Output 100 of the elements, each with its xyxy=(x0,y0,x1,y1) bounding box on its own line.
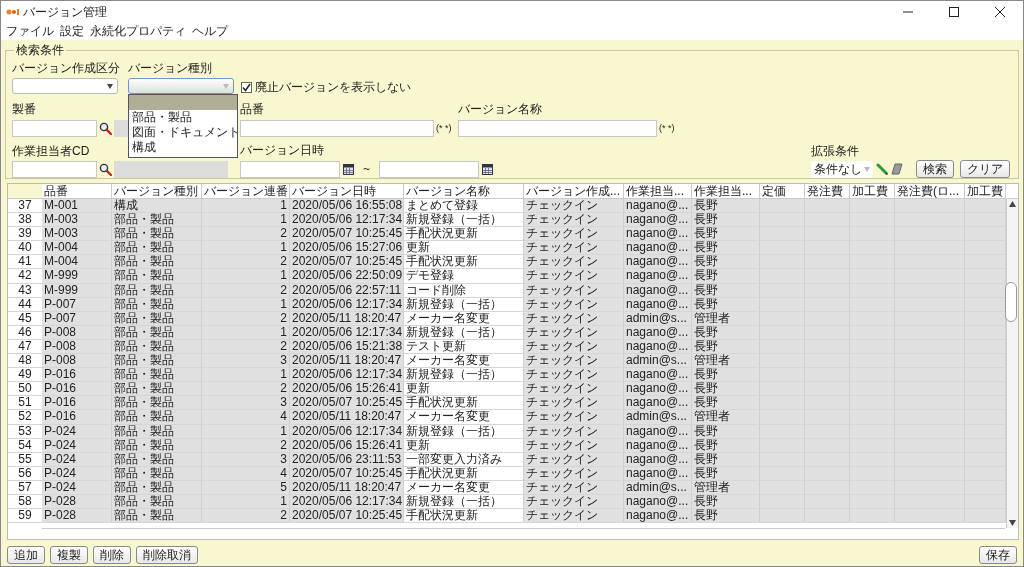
search-icon[interactable] xyxy=(99,122,112,135)
table-cell: デモ登録 xyxy=(404,269,524,283)
row-number: 55 xyxy=(17,452,33,466)
row-number: 43 xyxy=(17,283,33,297)
table-cell: 部品・製品 xyxy=(112,396,202,410)
table-cell: チェックイン xyxy=(524,509,624,523)
input-field[interactable] xyxy=(12,161,97,178)
table-cell: 2 xyxy=(202,509,290,523)
hint-text: (* *) xyxy=(659,121,675,135)
table-cell: nagano@... xyxy=(624,199,692,213)
table-cell: M-999 xyxy=(42,269,112,283)
action-button[interactable]: 検索 xyxy=(916,160,954,178)
column-header[interactable]: バージョン日時 xyxy=(290,184,404,198)
table-cell: 2020/05/06 12:17:34 xyxy=(290,213,404,227)
column-header[interactable]: 発注費 xyxy=(805,184,850,198)
table-cell: 2020/05/06 12:17:34 xyxy=(290,368,404,382)
range-separator: ~ xyxy=(363,161,370,178)
column-header[interactable]: バージョン作成... xyxy=(524,184,624,198)
row-number: 52 xyxy=(17,410,33,424)
eraser-icon[interactable] xyxy=(891,163,903,175)
dropdown-option[interactable]: 構成 xyxy=(129,140,237,155)
table-cell: 手配状況更新 xyxy=(404,509,524,523)
scroll-up-icon[interactable] xyxy=(1009,201,1016,207)
column-header[interactable]: 加工費 xyxy=(965,184,1006,198)
input-field[interactable] xyxy=(379,160,479,178)
column-header[interactable]: 定価 xyxy=(760,184,805,198)
table-cell: チェックイン xyxy=(524,382,624,396)
table-cell: 長野 xyxy=(692,269,760,283)
action-button[interactable]: 削除取消 xyxy=(136,546,198,564)
dropdown[interactable] xyxy=(12,78,118,94)
table-cell: 新規登録（一括） xyxy=(404,368,524,382)
menu-item[interactable]: ファイル xyxy=(6,22,54,40)
action-button[interactable]: 追加 xyxy=(7,546,45,564)
scroll-thumb[interactable] xyxy=(1005,282,1017,322)
dropdown[interactable] xyxy=(128,78,234,94)
column-header[interactable]: 作業担当... xyxy=(624,184,692,198)
table-cell: 更新 xyxy=(404,241,524,255)
table-cell: チェックイン xyxy=(524,213,624,227)
field-label: 拡張条件 xyxy=(811,144,859,158)
table-cell: 2020/05/06 22:50:09 xyxy=(290,269,404,283)
search-icon[interactable] xyxy=(99,163,112,176)
column-header[interactable]: 発注費(ロ... xyxy=(895,184,965,198)
table-cell: nagano@... xyxy=(624,509,692,523)
table-cell: nagano@... xyxy=(624,241,692,255)
column-header[interactable]: 品番 xyxy=(42,184,112,198)
table-cell: チェックイン xyxy=(524,227,624,241)
menu-item[interactable]: 設定 xyxy=(60,22,84,40)
table-cell: チェックイン xyxy=(524,354,624,368)
column-header[interactable]: 加工費 xyxy=(850,184,895,198)
input-field[interactable] xyxy=(240,160,340,178)
scroll-down-icon[interactable] xyxy=(1009,520,1016,526)
row-number: 49 xyxy=(17,368,33,382)
table-cell: メーカー名変更 xyxy=(404,354,524,368)
table-cell: 長野 xyxy=(692,509,760,523)
table-cell: nagano@... xyxy=(624,255,692,269)
row-number: 53 xyxy=(17,424,33,438)
action-button[interactable]: クリア xyxy=(960,160,1010,178)
table-cell: 手配状況更新 xyxy=(404,227,524,241)
table-cell: P-008 xyxy=(42,354,112,368)
table-cell: 2020/05/06 15:27:06 xyxy=(290,241,404,255)
menu-item[interactable]: ヘルプ xyxy=(192,22,228,40)
menu-item[interactable]: 永続化プロパティ xyxy=(90,22,186,40)
table-cell: 1 xyxy=(202,368,290,382)
column-header[interactable]: バージョン名称 xyxy=(404,184,524,198)
input-field[interactable] xyxy=(458,120,657,137)
action-button[interactable]: 保存 xyxy=(979,546,1017,564)
column-header[interactable]: 作業担当... xyxy=(692,184,760,198)
row-number: 58 xyxy=(17,494,33,509)
table-cell: チェックイン xyxy=(524,368,624,382)
table-cell: 長野 xyxy=(692,255,760,269)
row-number: 54 xyxy=(17,438,33,452)
table-cell: 管理者 xyxy=(692,354,760,368)
action-button[interactable]: 複製 xyxy=(50,546,88,564)
calendar-icon[interactable] xyxy=(482,163,493,175)
table-cell: 構成 xyxy=(112,199,202,213)
dropdown-option[interactable]: 部品・製品 xyxy=(129,110,237,125)
row-number: 38 xyxy=(17,213,33,227)
table-cell: 部品・製品 xyxy=(112,255,202,269)
table-cell: M-004 xyxy=(42,255,112,269)
calendar-icon[interactable] xyxy=(343,163,354,175)
column-header[interactable]: バージョン種別 xyxy=(112,184,202,198)
table-cell: チェックイン xyxy=(524,241,624,255)
check-icon xyxy=(242,82,251,92)
checkbox[interactable] xyxy=(241,81,252,93)
table-cell: 長野 xyxy=(692,213,760,227)
table-cell: M-003 xyxy=(42,213,112,227)
input-field[interactable] xyxy=(12,120,97,137)
input-field[interactable] xyxy=(240,120,434,137)
row-number: 42 xyxy=(17,269,33,283)
action-button[interactable]: 削除 xyxy=(93,546,131,564)
table-cell: チェックイン xyxy=(524,199,624,213)
column-header[interactable]: バージョン連番 xyxy=(202,184,290,198)
dropdown-option[interactable]: 図面・ドキュメント xyxy=(129,125,237,140)
table-cell: nagano@... xyxy=(624,382,692,396)
table-cell: チェックイン xyxy=(524,396,624,410)
vertical-scrollbar[interactable] xyxy=(1006,199,1018,528)
dropdown[interactable]: 条件なし xyxy=(811,160,873,178)
table-cell: nagano@... xyxy=(624,213,692,227)
table-cell: 部品・製品 xyxy=(112,269,202,283)
pencil-icon[interactable] xyxy=(876,163,888,175)
